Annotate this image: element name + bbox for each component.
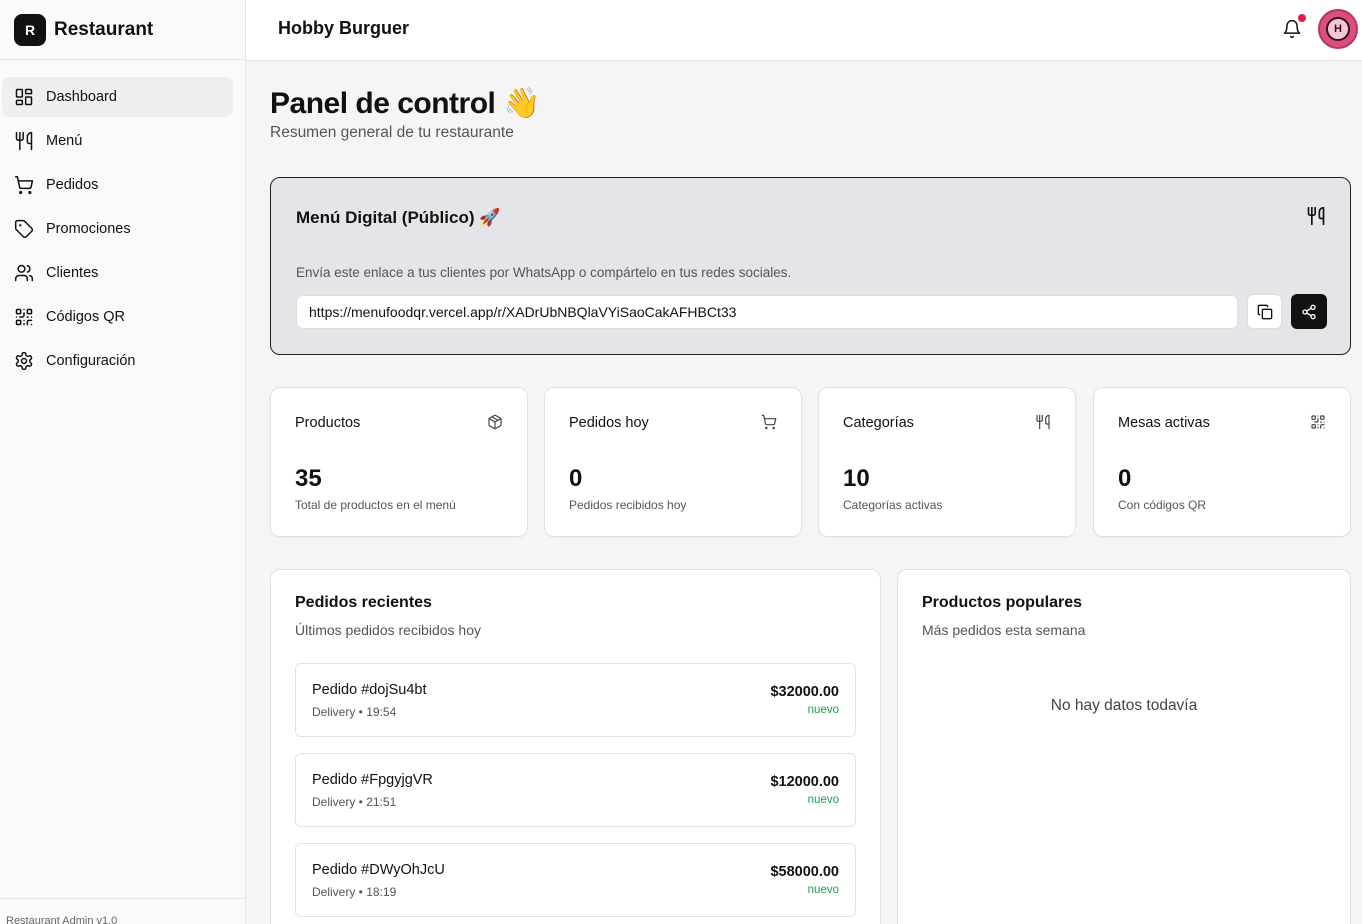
order-total: $32000.00	[770, 684, 839, 700]
avatar[interactable]: H	[1318, 9, 1358, 49]
stat-card-productos: Productos 35 Total de productos en el me…	[270, 387, 528, 537]
sidebar-item-label: Pedidos	[46, 177, 99, 193]
order-meta: Delivery • 18:19	[312, 885, 397, 899]
sidebar-item-label: Configuración	[46, 353, 136, 369]
qr-icon	[15, 308, 33, 326]
stat-value: 35	[295, 465, 322, 492]
bell-icon[interactable]	[1282, 19, 1302, 39]
order-status: nuevo	[807, 704, 839, 716]
utensils-icon	[15, 131, 33, 151]
avatar-logo: H	[1326, 17, 1350, 41]
order-status: nuevo	[807, 794, 839, 806]
stat-description: Total de productos en el menú	[295, 498, 456, 512]
sidebar-item-label: Clientes	[46, 265, 99, 281]
stat-card-categorias: Categorías 10 Categorías activas	[818, 387, 1076, 537]
sidebar-item-dashboard[interactable]: Dashboard	[2, 77, 233, 117]
stat-value: 10	[843, 465, 870, 492]
recent-orders-panel: Pedidos recientes Últimos pedidos recibi…	[270, 569, 881, 924]
order-meta: Delivery • 19:54	[312, 705, 397, 719]
recent-orders-subtitle: Últimos pedidos recibidos hoy	[295, 622, 481, 638]
menu-url-input[interactable]	[296, 295, 1238, 329]
copy-button[interactable]	[1247, 294, 1282, 329]
utensils-icon	[1307, 206, 1325, 226]
sidebar-item-pedidos[interactable]: Pedidos	[2, 165, 233, 205]
order-total: $12000.00	[770, 774, 839, 790]
gear-icon	[15, 351, 33, 371]
stat-label: Categorías	[843, 415, 914, 431]
stat-label: Productos	[295, 415, 361, 431]
restaurant-name: Hobby Burguer	[278, 18, 410, 38]
share-button[interactable]	[1291, 294, 1327, 329]
empty-state: No hay datos todavía	[1050, 697, 1198, 714]
order-meta: Delivery • 21:51	[312, 795, 397, 809]
stat-label: Pedidos hoy	[569, 415, 649, 431]
order-item[interactable]: Pedido #DWyOhJcU Delivery • 18:19 $58000…	[295, 843, 856, 917]
stat-card-pedidos-hoy: Pedidos hoy 0 Pedidos recibidos hoy	[544, 387, 802, 537]
order-id: Pedido #FpgyjgVR	[312, 772, 433, 788]
order-item[interactable]: Pedido #FpgyjgVR Delivery • 21:51 $12000…	[295, 753, 856, 827]
stat-value: 0	[569, 465, 583, 492]
notification-dot	[1298, 14, 1306, 22]
topbar: Hobby Burguer H	[246, 0, 1362, 61]
popular-products-panel: Productos populares Más pedidos esta sem…	[897, 569, 1351, 924]
version-label: Restaurant Admin v1.0	[0, 898, 245, 924]
recent-orders-title: Pedidos recientes	[295, 594, 432, 611]
order-status: nuevo	[807, 884, 839, 896]
cart-icon	[14, 175, 34, 195]
order-total: $58000.00	[770, 864, 839, 880]
tag-icon	[14, 219, 34, 239]
copy-icon	[1257, 304, 1272, 319]
sidebar-nav: Dashboard Menú Pedidos Promociones Clien…	[0, 60, 245, 381]
utensils-icon	[1036, 414, 1050, 430]
stat-value: 0	[1118, 465, 1132, 492]
users-icon	[14, 264, 34, 282]
order-id: Pedido #dojSu4bt	[312, 682, 427, 698]
stat-description: Categorías activas	[843, 498, 943, 512]
sidebar-item-configuracion[interactable]: Configuración	[2, 341, 233, 381]
stat-description: Pedidos recibidos hoy	[569, 498, 687, 512]
digital-menu-description: Envía este enlace a tus clientes por Wha…	[296, 265, 792, 280]
package-icon	[488, 414, 502, 430]
qr-icon	[1311, 415, 1325, 429]
sidebar-item-promociones[interactable]: Promociones	[2, 209, 233, 249]
order-id: Pedido #DWyOhJcU	[312, 862, 445, 878]
brand[interactable]: R Restaurant	[0, 0, 245, 60]
stat-card-mesas-activas: Mesas activas 0 Con códigos QR	[1093, 387, 1351, 537]
popular-products-title: Productos populares	[922, 594, 1083, 611]
stat-description: Con códigos QR	[1118, 498, 1207, 512]
sidebar-item-clientes[interactable]: Clientes	[2, 253, 233, 293]
cart-icon	[761, 414, 777, 430]
sidebar-item-label: Promociones	[46, 221, 131, 237]
sidebar-item-label: Dashboard	[46, 89, 117, 105]
sidebar-item-menu[interactable]: Menú	[2, 121, 233, 161]
sidebar-item-label: Menú	[46, 133, 83, 149]
sidebar-item-label: Códigos QR	[46, 309, 125, 325]
brand-logo: R	[14, 13, 46, 46]
digital-menu-title: Menú Digital (Público) 🚀	[296, 208, 501, 227]
digital-menu-card: Menú Digital (Público) 🚀 Envía este enla…	[270, 177, 1351, 355]
page-subtitle: Resumen general de tu restaurante	[270, 124, 514, 141]
page-title: Panel de control 👋	[270, 87, 541, 120]
share-icon	[1302, 304, 1316, 319]
sidebar: R Restaurant Dashboard Menú Pedidos Prom…	[0, 0, 246, 924]
sidebar-item-codigos-qr[interactable]: Códigos QR	[2, 297, 233, 337]
brand-name: Restaurant	[54, 18, 154, 40]
stat-label: Mesas activas	[1118, 415, 1210, 431]
popular-products-subtitle: Más pedidos esta semana	[922, 622, 1086, 638]
order-item[interactable]: Pedido #dojSu4bt Delivery • 19:54 $32000…	[295, 663, 856, 737]
dashboard-icon	[15, 88, 33, 106]
